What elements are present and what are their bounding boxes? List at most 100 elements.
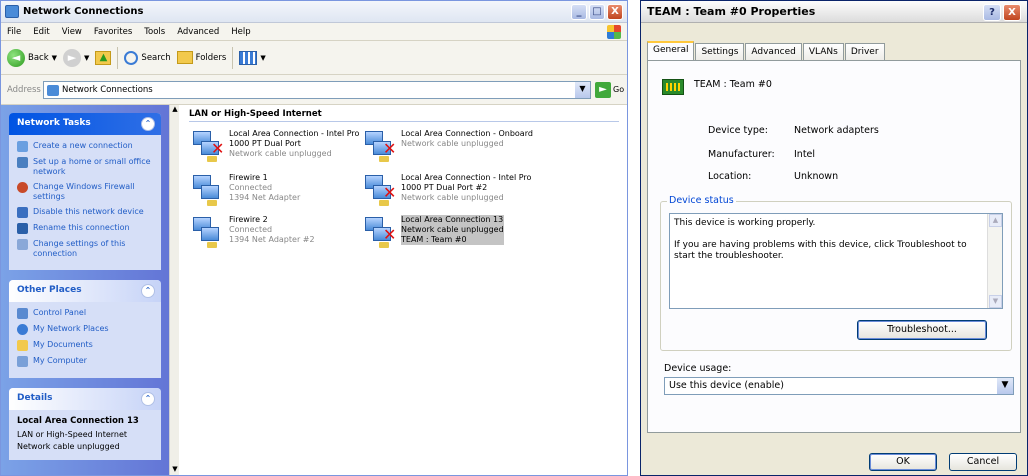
place-my-computer[interactable]: My Computer (17, 356, 153, 367)
chevron-down-icon: ▼ (51, 53, 58, 62)
maximize-button[interactable]: □ (589, 4, 605, 20)
menu-advanced[interactable]: Advanced (177, 27, 219, 37)
location-label: Location: (708, 171, 752, 182)
dialog-close-button[interactable]: X (1003, 4, 1021, 21)
network-connection-icon: ✕ (361, 129, 397, 165)
control-panel-icon (17, 308, 28, 319)
network-tasks-header[interactable]: Network Tasks ⌃ (9, 113, 161, 135)
search-button[interactable]: Search (124, 50, 171, 65)
place-control-panel[interactable]: Control Panel (17, 308, 153, 319)
troubleshoot-button[interactable]: Troubleshoot... (857, 320, 987, 340)
network-adapter-icon (662, 79, 684, 95)
tab-advanced[interactable]: Advanced (745, 43, 802, 61)
collapse-chevron-icon[interactable]: ⌃ (141, 392, 155, 406)
disable-device-icon (17, 207, 28, 218)
connection-status: Connected (229, 225, 273, 234)
scroll-down-arrow-icon[interactable]: ▼ (989, 295, 1002, 308)
cancel-button[interactable]: Cancel (949, 453, 1017, 471)
task-disable-device[interactable]: Disable this network device (17, 207, 153, 218)
connection-item[interactable]: ✕ Local Area Connection - Intel Pro 1000… (189, 129, 369, 169)
collapse-chevron-icon[interactable]: ⌃ (141, 284, 155, 298)
location-value: Unknown (794, 171, 839, 182)
device-name: TEAM : Team #0 (694, 79, 772, 90)
ok-button[interactable]: OK (869, 453, 937, 471)
menu-favorites[interactable]: Favorites (94, 27, 132, 37)
network-tasks-panel: Network Tasks ⌃ Create a new connection … (9, 113, 161, 270)
place-label: Control Panel (33, 308, 87, 317)
address-input[interactable]: Network Connections ▼ (43, 81, 591, 99)
scroll-up-arrow-icon[interactable]: ▲ (989, 214, 1002, 227)
address-bar: Address Network Connections ▼ ► Go (1, 75, 627, 105)
window-title: Network Connections (23, 6, 144, 17)
details-title: Details (17, 393, 53, 403)
tab-driver[interactable]: Driver (844, 43, 885, 61)
other-places-header[interactable]: Other Places ⌃ (9, 280, 161, 302)
help-button[interactable]: ? (983, 4, 1001, 21)
scroll-up-arrow-icon[interactable]: ▲ (170, 105, 180, 115)
general-tab-panel: TEAM : Team #0 Device type: Network adap… (647, 60, 1021, 433)
device-usage-label: Device usage: (664, 363, 732, 374)
connection-item[interactable]: Firewire 2 Connected 1394 Net Adapter #2 (189, 215, 369, 255)
network-connection-icon (189, 215, 225, 251)
connection-item[interactable]: Firewire 1 Connected 1394 Net Adapter (189, 173, 369, 213)
device-type-value: Network adapters (794, 125, 879, 136)
connection-item[interactable]: ✕ Local Area Connection - Onboard Network… (361, 129, 541, 169)
device-type-label: Device type: (708, 125, 768, 136)
other-places-title: Other Places (17, 285, 82, 295)
device-usage-select[interactable]: Use this device (enable) ▼ (664, 377, 1014, 395)
menu-view[interactable]: View (62, 27, 82, 37)
place-my-documents[interactable]: My Documents (17, 340, 153, 351)
forward-button[interactable]: ► ▼ (63, 48, 89, 67)
address-dropdown-button[interactable]: ▼ (575, 82, 590, 98)
task-create-connection[interactable]: Create a new connection (17, 141, 153, 152)
documents-icon (17, 340, 28, 351)
status-scrollbar[interactable]: ▲ ▼ (987, 214, 1002, 308)
tab-general[interactable]: General (647, 41, 695, 61)
connection-item[interactable]: ✕ Local Area Connection - Intel Pro 1000… (361, 173, 541, 213)
chevron-down-icon[interactable]: ▼ (997, 378, 1013, 394)
folder-up-icon: ▲ (95, 50, 112, 65)
collapse-chevron-icon[interactable]: ⌃ (141, 117, 155, 131)
place-my-network-places[interactable]: My Network Places (17, 324, 153, 335)
task-rename-connection[interactable]: Rename this connection (17, 223, 153, 234)
settings-icon (17, 239, 28, 250)
tab-settings[interactable]: Settings (695, 43, 745, 61)
task-setup-home-network[interactable]: Set up a home or small office network (17, 157, 153, 177)
go-arrow-icon[interactable]: ► (595, 82, 611, 98)
close-button[interactable]: X (607, 4, 623, 20)
dialog-title-bar[interactable]: TEAM : Team #0 Properties ? X (641, 1, 1027, 23)
task-firewall-settings[interactable]: Change Windows Firewall settings (17, 182, 153, 202)
menu-bar: File Edit View Favorites Tools Advanced … (1, 23, 627, 41)
details-header[interactable]: Details ⌃ (9, 388, 161, 410)
connection-status: Network cable unplugged (401, 139, 504, 148)
connection-device: 1394 Net Adapter (229, 193, 301, 202)
content-area: Network Tasks ⌃ Create a new connection … (1, 105, 627, 475)
title-bar[interactable]: Network Connections _ □ X (1, 1, 627, 23)
group-divider (189, 121, 619, 122)
go-button[interactable]: Go (613, 85, 624, 94)
place-label: My Documents (33, 340, 93, 349)
connection-name: Local Area Connection 13 (401, 215, 504, 224)
up-button[interactable]: ▲ (95, 50, 112, 65)
connection-status: Network cable unplugged (229, 149, 332, 158)
menu-tools[interactable]: Tools (144, 27, 165, 37)
scroll-down-arrow-icon[interactable]: ▼ (170, 465, 180, 475)
device-status-textbox[interactable]: This device is working properly. If you … (669, 213, 1003, 309)
views-button[interactable]: ▼ (239, 50, 266, 65)
task-pane-scrollbar[interactable]: ▲ ▼ (169, 105, 179, 475)
task-label: Rename this connection (33, 223, 130, 232)
minimize-button[interactable]: _ (571, 4, 587, 20)
connection-item-selected[interactable]: ✕ Local Area Connection 13 Network cable … (361, 215, 541, 255)
network-places-icon (17, 324, 28, 335)
dialog-title: TEAM : Team #0 Properties (647, 5, 816, 18)
menu-help[interactable]: Help (231, 27, 250, 37)
back-button[interactable]: ◄ Back ▼ (7, 48, 58, 67)
menu-edit[interactable]: Edit (33, 27, 49, 37)
folders-button[interactable]: Folders (176, 51, 226, 64)
task-change-settings[interactable]: Change settings of this connection (17, 239, 153, 259)
tab-vlans[interactable]: VLANs (802, 43, 844, 61)
address-value: Network Connections (62, 85, 153, 95)
connection-name: Firewire 2 (229, 215, 268, 224)
menu-file[interactable]: File (7, 27, 21, 37)
views-icon (239, 50, 258, 65)
